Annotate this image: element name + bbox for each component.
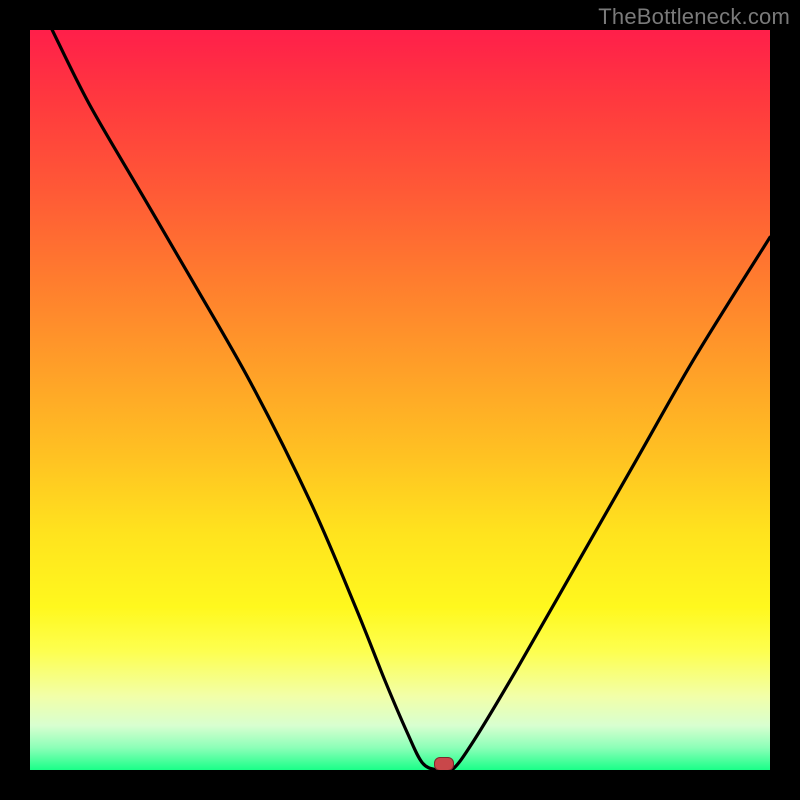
- watermark-text: TheBottleneck.com: [598, 4, 790, 30]
- bottleneck-curve-path: [52, 30, 770, 770]
- plot-area: [30, 30, 770, 770]
- chart-frame: TheBottleneck.com: [0, 0, 800, 800]
- curve-svg: [30, 30, 770, 770]
- optimal-point-marker: [434, 757, 454, 770]
